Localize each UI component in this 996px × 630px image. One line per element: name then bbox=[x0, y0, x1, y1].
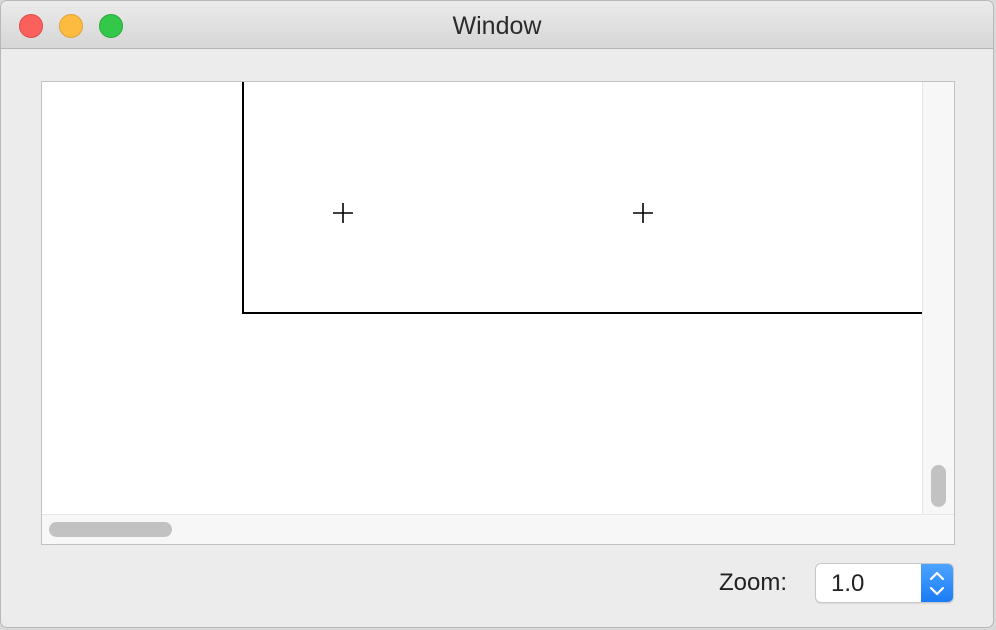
chevron-up-down-icon bbox=[929, 571, 945, 596]
crosshair-marker-right[interactable] bbox=[633, 203, 653, 223]
vertical-scroll-thumb[interactable] bbox=[931, 465, 946, 507]
app-window: Window Zoom: 1.0 bbox=[0, 0, 994, 628]
window-title: Window bbox=[452, 12, 542, 40]
zoom-value-input[interactable]: 1.0 bbox=[831, 570, 864, 598]
zoom-stepper[interactable] bbox=[921, 564, 953, 602]
scroll-view[interactable] bbox=[41, 81, 955, 545]
title-bar[interactable]: Window bbox=[1, 1, 993, 49]
crosshair-marker-left[interactable] bbox=[333, 203, 353, 223]
zoom-combo-box[interactable]: 1.0 bbox=[815, 563, 954, 603]
drawing-canvas[interactable] bbox=[42, 82, 922, 512]
horizontal-scroll-thumb[interactable] bbox=[49, 522, 172, 537]
canvas-drawing bbox=[242, 82, 922, 314]
vertical-scrollbar[interactable] bbox=[922, 82, 954, 514]
rectangle-outline bbox=[242, 82, 922, 314]
horizontal-scrollbar[interactable] bbox=[42, 514, 954, 544]
zoom-label: Zoom: bbox=[719, 569, 788, 596]
